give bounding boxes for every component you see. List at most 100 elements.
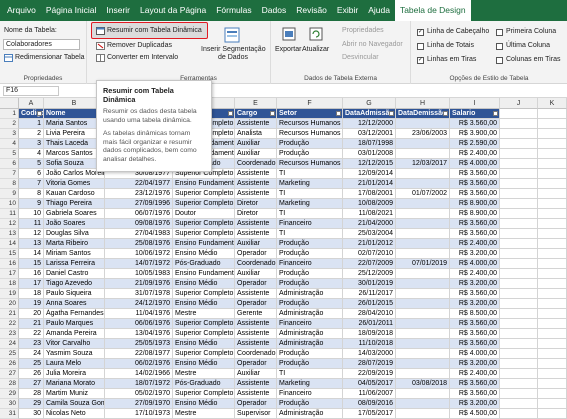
table-cell[interactable]: R$ 3.560,00 xyxy=(450,179,500,189)
table-cell[interactable]: 22/09/2019 xyxy=(343,369,396,379)
row-header[interactable]: 29 xyxy=(0,389,19,399)
table-cell[interactable] xyxy=(396,409,450,419)
table-cell[interactable]: 18 xyxy=(19,289,44,299)
table-cell[interactable]: 21/01/2012 xyxy=(343,239,396,249)
table-cell[interactable]: Diretor xyxy=(235,209,277,219)
table-cell[interactable]: Operador xyxy=(235,399,277,409)
table-cell[interactable]: Administração xyxy=(277,289,343,299)
table-cell[interactable]: Superior Completo xyxy=(173,289,235,299)
table-cell[interactable]: 26/01/2015 xyxy=(343,299,396,309)
table-cell[interactable]: 06/06/1976 xyxy=(105,319,173,329)
table-cell[interactable]: Yasmim Souza xyxy=(44,349,105,359)
table-cell[interactable] xyxy=(396,359,450,369)
table-cell[interactable]: Amanda Pereira xyxy=(44,329,105,339)
table-cell[interactable]: Vitoria Gomes xyxy=(44,179,105,189)
table-cell[interactable]: R$ 3.200,00 xyxy=(450,399,500,409)
table-cell[interactable]: Miriam Santos xyxy=(44,249,105,259)
table-cell[interactable]: Ensino Médio xyxy=(173,249,235,259)
table-cell[interactable]: Auxiliar xyxy=(235,149,277,159)
table-name-input[interactable]: Colaboradores xyxy=(3,39,80,50)
table-cell[interactable] xyxy=(396,229,450,239)
row-header[interactable]: 24 xyxy=(0,339,19,349)
table-cell[interactable]: R$ 3.560,00 xyxy=(450,329,500,339)
table-cell[interactable] xyxy=(396,299,450,309)
table-header-cell[interactable]: Cargo xyxy=(235,109,277,119)
row-header[interactable]: 3 xyxy=(0,129,19,139)
tab-dados[interactable]: Dados xyxy=(257,0,292,21)
table-cell[interactable]: 17/08/2001 xyxy=(343,189,396,199)
table-cell[interactable]: Supervisor xyxy=(235,409,277,419)
table-cell[interactable] xyxy=(538,149,567,159)
table-cell[interactable] xyxy=(500,309,538,319)
row-header[interactable]: 26 xyxy=(0,359,19,369)
row-header[interactable]: 15 xyxy=(0,249,19,259)
table-cell[interactable]: 23/06/2003 xyxy=(396,129,450,139)
table-cell[interactable]: 7 xyxy=(19,179,44,189)
table-cell[interactable]: 11/04/1976 xyxy=(105,309,173,319)
table-cell[interactable] xyxy=(396,169,450,179)
table-cell[interactable]: Financeiro xyxy=(277,259,343,269)
table-cell[interactable]: Assistente xyxy=(235,119,277,129)
table-cell[interactable] xyxy=(538,369,567,379)
table-cell[interactable]: 22/04/1977 xyxy=(105,179,173,189)
table-cell[interactable] xyxy=(500,319,538,329)
table-cell[interactable] xyxy=(538,159,567,169)
tab-ajuda[interactable]: Ajuda xyxy=(363,0,395,21)
filter-dropdown-icon[interactable] xyxy=(336,111,341,116)
table-cell[interactable]: Anna Soares xyxy=(44,299,105,309)
table-cell[interactable]: 03/08/2018 xyxy=(396,379,450,389)
table-cell[interactable]: Auxiliar xyxy=(235,139,277,149)
table-header-cell[interactable]: DataDemissão xyxy=(396,109,450,119)
table-cell[interactable] xyxy=(538,289,567,299)
table-cell[interactable]: Mariana Morato xyxy=(44,379,105,389)
table-cell[interactable]: Administração xyxy=(277,409,343,419)
table-cell[interactable]: R$ 8.500,00 xyxy=(450,309,500,319)
table-cell[interactable]: 14/02/1966 xyxy=(105,369,173,379)
table-cell[interactable] xyxy=(538,219,567,229)
table-cell[interactable]: Assistente xyxy=(235,289,277,299)
table-cell[interactable]: 2 xyxy=(19,129,44,139)
table-cell[interactable] xyxy=(396,289,450,299)
table-cell[interactable]: 25/12/2009 xyxy=(343,269,396,279)
table-cell[interactable] xyxy=(500,369,538,379)
table-cell[interactable]: Ensino Médio xyxy=(173,279,235,289)
table-cell[interactable]: R$ 3.560,00 xyxy=(450,229,500,239)
table-cell[interactable]: R$ 4.500,00 xyxy=(450,409,500,419)
column-header-g[interactable]: G xyxy=(343,98,396,109)
table-cell[interactable]: Coordenador xyxy=(235,159,277,169)
table-cell[interactable]: Produção xyxy=(277,239,343,249)
table-cell[interactable]: Superior Completo xyxy=(173,229,235,239)
table-cell[interactable]: 21/04/2000 xyxy=(343,219,396,229)
table-cell[interactable]: Diretor xyxy=(235,199,277,209)
open-browser-button[interactable]: Abrir no Navegador xyxy=(342,41,403,48)
table-cell[interactable] xyxy=(500,329,538,339)
table-cell[interactable]: 14 xyxy=(19,249,44,259)
table-cell[interactable]: R$ 3.560,00 xyxy=(450,169,500,179)
table-cell[interactable] xyxy=(538,189,567,199)
table-cell[interactable] xyxy=(500,149,538,159)
table-cell[interactable]: 13/04/1976 xyxy=(105,329,173,339)
table-cell[interactable]: Ensino Médio xyxy=(173,339,235,349)
table-cell[interactable] xyxy=(396,239,450,249)
table-cell[interactable]: R$ 3.560,00 xyxy=(450,389,500,399)
table-cell[interactable]: 28/07/2019 xyxy=(343,359,396,369)
table-cell[interactable]: Laura Melo xyxy=(44,359,105,369)
table-cell[interactable] xyxy=(500,209,538,219)
table-cell[interactable] xyxy=(396,309,450,319)
table-cell[interactable]: Assistente xyxy=(235,379,277,389)
table-cell[interactable] xyxy=(538,399,567,409)
table-cell[interactable]: 19 xyxy=(19,299,44,309)
table-cell[interactable]: Produção xyxy=(277,249,343,259)
table-cell[interactable] xyxy=(538,389,567,399)
tab-formulas[interactable]: Fórmulas xyxy=(211,0,256,21)
table-cell[interactable]: 5 xyxy=(19,159,44,169)
table-cell[interactable]: 1 xyxy=(19,119,44,129)
table-cell[interactable]: Marketing xyxy=(277,379,343,389)
table-cell[interactable]: Thiago Pereira xyxy=(44,199,105,209)
table-cell[interactable]: Auxiliar xyxy=(235,269,277,279)
table-cell[interactable]: 03/01/2008 xyxy=(343,149,396,159)
table-cell[interactable]: Camila Souza Gomes xyxy=(44,399,105,409)
table-cell[interactable]: Vitor Carvalho xyxy=(44,339,105,349)
table-cell[interactable]: 4 xyxy=(19,149,44,159)
table-cell[interactable]: Financeiro xyxy=(277,319,343,329)
